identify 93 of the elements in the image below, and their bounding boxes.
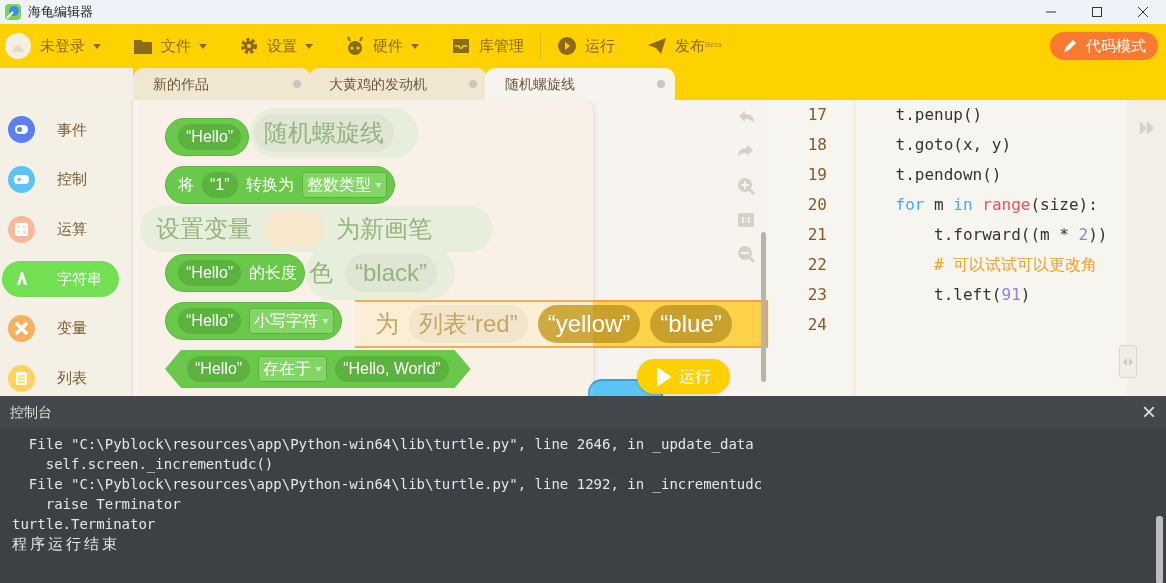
toolbar-button[interactable]: 文件 [133, 34, 207, 58]
code-line: t.penup() [894, 104, 984, 126]
console-title: 控制台 [10, 402, 52, 422]
file-tab[interactable]: 随机螺旋线 [485, 68, 675, 100]
run-button[interactable]: 运行 [637, 359, 730, 394]
tab-close-icon[interactable] [293, 80, 301, 88]
close-button[interactable]: × [1142, 400, 1156, 424]
code-line: # 可以试试可以更改角 [933, 254, 1099, 276]
window-title: 海龟编辑器 [28, 3, 93, 22]
dropdown[interactable]: 存在于 [258, 356, 328, 382]
text-slot[interactable]: “yellow” [537, 305, 641, 343]
toolbar-button[interactable]: 运行 [557, 34, 615, 58]
block-label: 的长度 [249, 263, 298, 283]
code-block[interactable]: “Hello” 小写字符 [165, 302, 343, 340]
line-number: 17 [806, 104, 828, 126]
caret-icon [315, 366, 323, 372]
zoom-out-icon[interactable] [736, 244, 756, 264]
paper-plane-icon [647, 36, 667, 56]
line-number: 20 [806, 194, 828, 216]
tab-close-icon[interactable] [657, 80, 665, 88]
text-slot[interactable]: “Hello” [187, 356, 251, 382]
robot-icon [345, 36, 365, 56]
code-block[interactable]: 设置变量 为新画笔 [140, 206, 493, 252]
code-block[interactable]: “Hello” 存在于 “Hello, World” [165, 350, 471, 388]
code-block[interactable]: “Hello” 的长度 [165, 254, 306, 292]
text-slot[interactable]: “Hello” [178, 260, 242, 286]
reset-zoom-icon[interactable] [736, 210, 756, 230]
category-item[interactable]: 事件 [2, 112, 119, 148]
text-slot[interactable]: “Hello, World” [335, 356, 449, 382]
text-slot[interactable]: “Hello” [178, 308, 242, 334]
code-block[interactable]: 为 列表“red” “yellow” “blue” [355, 300, 768, 348]
close-icon[interactable] [1137, 6, 1149, 18]
console-line: File "C:\Pyblock\resources\app\Python-win64\lib\turtle.py", line 2646, in _update_data [27, 435, 755, 454]
category-item[interactable]: 变量 [2, 310, 119, 347]
code-mode-button[interactable]: 代码模式 [1050, 32, 1158, 60]
code-line: for m in range(size): [894, 194, 1099, 216]
text-slot[interactable]: “1” [202, 172, 238, 198]
code-block[interactable]: “Hello” [165, 118, 250, 156]
code-line: t.left(91) [933, 284, 1032, 306]
console-line: 程序运行结束 [12, 534, 121, 554]
play-icon [656, 367, 671, 386]
category-item[interactable]: 控制 [2, 161, 119, 198]
toolbar-button[interactable]: 未登录 [4, 32, 101, 60]
play-icon [557, 36, 577, 56]
toolbar-button[interactable]: 设置 [239, 34, 313, 58]
code-block[interactable]: 将 “1” 转换为 整数类型 [165, 166, 395, 204]
dropdown[interactable]: 小写字符 [249, 308, 335, 334]
line-number: 18 [806, 134, 828, 156]
console-line: raise Terminator [44, 495, 182, 514]
zoom-in-icon[interactable] [736, 176, 756, 196]
scrollbar-thumb[interactable] [1156, 516, 1163, 583]
panel-resize-handle[interactable] [1119, 345, 1137, 378]
dropdown[interactable]: 整数类型 [301, 172, 387, 198]
line-number: 23 [806, 284, 828, 306]
block-label: 设置变量 [156, 214, 252, 244]
pen-icon [1062, 38, 1078, 54]
file-tab[interactable]: 大黄鸡的发动机 [309, 68, 487, 100]
category-item[interactable]: 字符串 [2, 261, 119, 297]
code-line: t.forward((m * 2)) [933, 224, 1109, 246]
caret-icon [374, 182, 382, 188]
block-label: 为新画笔 [336, 214, 432, 244]
console-line: turtle.Terminator [12, 515, 157, 534]
file-tab[interactable]: 新的作品 [133, 68, 311, 100]
line-number: 22 [806, 254, 828, 276]
arrows-icon [1123, 357, 1133, 366]
block-label: 将 [178, 175, 194, 195]
category-item[interactable]: 列表 [2, 360, 119, 396]
code-line: t.goto(x, y) [894, 134, 1013, 156]
text-slot[interactable]: “blue” [650, 305, 732, 343]
caret-icon [322, 318, 330, 324]
line-number: 19 [806, 164, 828, 186]
app-logo-icon [4, 3, 22, 21]
double-chevron-icon[interactable] [1138, 120, 1155, 136]
block-label: 色 [309, 258, 333, 288]
block-label: 转换为 [245, 175, 294, 195]
console-line: self.screen._incrementudc() [44, 455, 275, 474]
maximize-icon[interactable] [1091, 6, 1103, 18]
category-item[interactable]: 运算 [2, 211, 119, 247]
inbox-icon [451, 36, 471, 56]
tab-close-icon[interactable] [469, 80, 477, 88]
avatar-icon [4, 32, 32, 60]
settings-icon [239, 36, 259, 56]
line-number: 21 [806, 224, 828, 246]
block-label: 为 [375, 309, 399, 339]
toolbar-button[interactable]: 库管理 [451, 34, 524, 58]
text-slot[interactable]: “Hello” [178, 124, 242, 150]
code-line: t.pendown() [894, 164, 1003, 186]
console-line: File "C:\Pyblock\resources\app\Python-win64\lib\turtle.py", line 1292, in _incrementudc [27, 475, 764, 494]
code-block[interactable]: 随机螺旋线 [250, 108, 418, 158]
toolbar-button[interactable]: 发布$^{Beta}$ [647, 34, 722, 58]
toolbar-button[interactable]: 硬件 [345, 34, 419, 58]
scrollbar-thumb[interactable] [761, 232, 766, 382]
line-number: 24 [806, 314, 828, 336]
